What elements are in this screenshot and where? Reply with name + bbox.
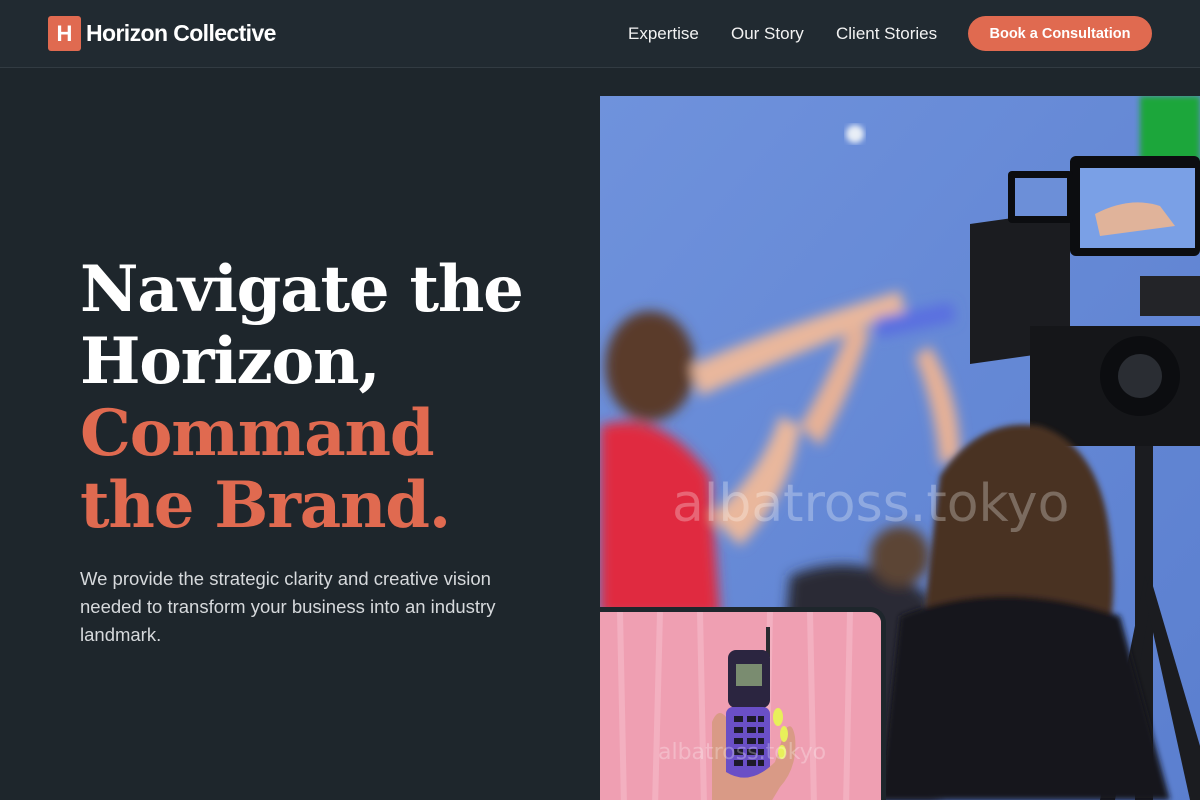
hero-subtext: We provide the strategic clarity and cre…	[80, 568, 496, 645]
watermark-text: albatross.tokyo	[658, 740, 827, 765]
book-consultation-button[interactable]: Book a Consultation	[968, 16, 1152, 51]
headline-line: Navigate the	[80, 252, 524, 327]
hero-headline: Navigate the Horizon, Command the Brand.	[80, 252, 524, 543]
nav-link-expertise[interactable]: Expertise	[628, 24, 699, 44]
logo-mark-icon: H	[48, 16, 81, 51]
inset-photo-flip-phone: albatross.tokyo	[600, 607, 886, 800]
nav-link-our-story[interactable]: Our Story	[731, 24, 804, 44]
watermark-text: albatross.tokyo	[672, 474, 1070, 534]
brand-logo[interactable]: H Horizon Collective	[48, 16, 276, 51]
nav-link-client-stories[interactable]: Client Stories	[836, 24, 937, 44]
flip-phone-illustration	[600, 612, 881, 800]
brand-name: Horizon Collective	[86, 20, 276, 46]
headline-line: Horizon,	[80, 324, 381, 399]
top-nav: H Horizon Collective Expertise Our Story…	[0, 0, 1200, 68]
headline-accent-line: Command	[80, 396, 435, 471]
headline-accent-line: the Brand.	[80, 468, 451, 543]
